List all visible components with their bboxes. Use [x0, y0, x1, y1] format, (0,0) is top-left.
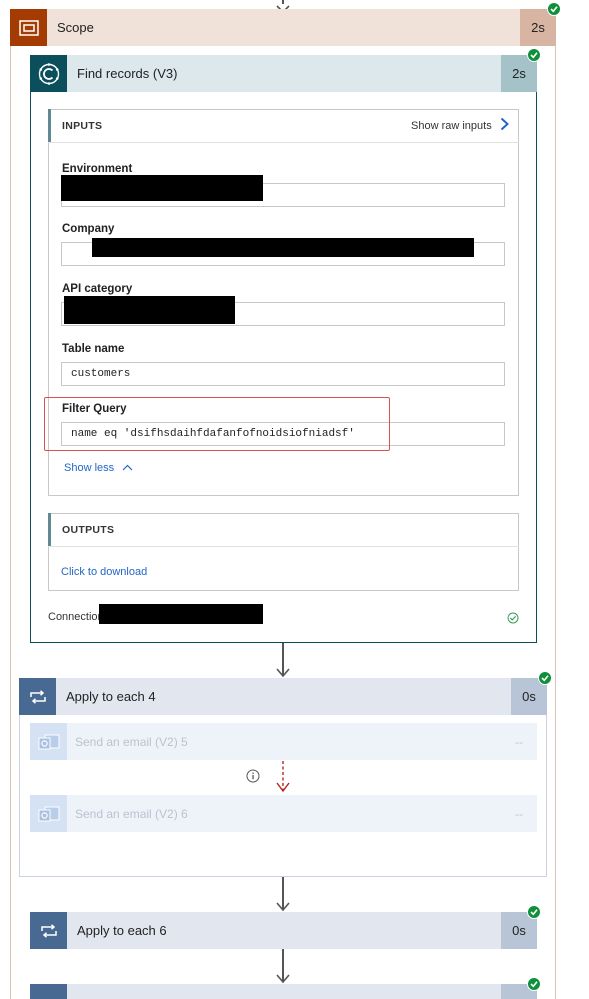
loop-icon — [19, 678, 56, 715]
arrow-down-icon — [276, 974, 290, 984]
send-email-6-card[interactable]: Send an email (V2) 6 -- — [30, 795, 537, 832]
show-less-label: Show less — [64, 462, 115, 474]
find-records-title: Find records (V3) — [77, 66, 178, 81]
show-raw-inputs-link[interactable]: Show raw inputs — [411, 117, 509, 134]
run-after-arrow-icon — [276, 760, 290, 794]
show-raw-inputs-label: Show raw inputs — [411, 119, 492, 132]
chevron-up-icon — [122, 462, 133, 474]
apply-each-6-title: Apply to each 6 — [77, 923, 167, 938]
table-name-label: Table name — [62, 343, 125, 355]
find-records-success-check-icon — [527, 48, 541, 62]
table-name-field: customers — [61, 362, 505, 386]
environment-label: Environment — [62, 163, 133, 175]
send-email-5-duration: -- — [515, 734, 523, 749]
outputs-heading: OUTPUTS — [62, 524, 115, 536]
send-email-6-title: Send an email (V2) 6 — [75, 806, 188, 821]
scope-title: Scope — [57, 20, 94, 35]
scope-header[interactable]: Scope 2s — [10, 9, 556, 46]
redaction-connection — [99, 604, 263, 624]
apply-each-4-success-check-icon — [538, 671, 552, 685]
redaction-api-category — [64, 296, 235, 324]
inputs-divider — [48, 142, 519, 143]
send-email-6-duration: -- — [515, 806, 523, 821]
apply-each-4-title: Apply to each 4 — [66, 689, 156, 704]
outputs-accent — [48, 513, 51, 546]
click-to-download-link[interactable]: Click to download — [61, 566, 147, 578]
apply-each-4-header[interactable]: Apply to each 4 0s — [19, 678, 547, 715]
show-less-link[interactable]: Show less — [64, 462, 133, 474]
outputs-divider — [48, 546, 519, 547]
connection-label: Connection — [48, 611, 104, 623]
dataverse-icon — [30, 55, 67, 92]
next-action-header[interactable] — [30, 984, 537, 999]
redaction-environment — [61, 175, 263, 201]
send-email-5-title: Send an email (V2) 5 — [75, 734, 188, 749]
apply-each-6-success-check-icon — [527, 905, 541, 919]
next-action-success-check-icon — [527, 977, 541, 991]
scope-icon — [10, 9, 47, 46]
inputs-heading: INPUTS — [62, 120, 103, 132]
find-records-header[interactable]: Find records (V3) 2s — [30, 55, 537, 92]
apply-each-6-header[interactable]: Apply to each 6 0s — [30, 912, 537, 949]
connection-ok-icon — [507, 611, 519, 624]
action-icon — [30, 984, 67, 999]
company-label: Company — [62, 223, 115, 235]
info-icon[interactable] — [246, 769, 260, 783]
arrow-down-icon — [276, 0, 290, 14]
inputs-accent — [48, 109, 51, 142]
api-category-label: API category — [62, 283, 133, 295]
outputs-section — [48, 513, 519, 591]
send-email-5-card[interactable]: Send an email (V2) 5 -- — [30, 723, 537, 760]
outlook-mail-icon — [30, 723, 67, 760]
arrow-down-icon — [276, 668, 290, 678]
scope-success-check-icon — [547, 2, 561, 16]
arrow-down-icon — [276, 902, 290, 912]
outlook-mail-icon — [30, 795, 67, 832]
filter-query-highlight — [44, 397, 390, 451]
loop-icon — [30, 912, 67, 949]
redaction-company — [92, 238, 474, 257]
chevron-right-icon — [500, 117, 509, 134]
